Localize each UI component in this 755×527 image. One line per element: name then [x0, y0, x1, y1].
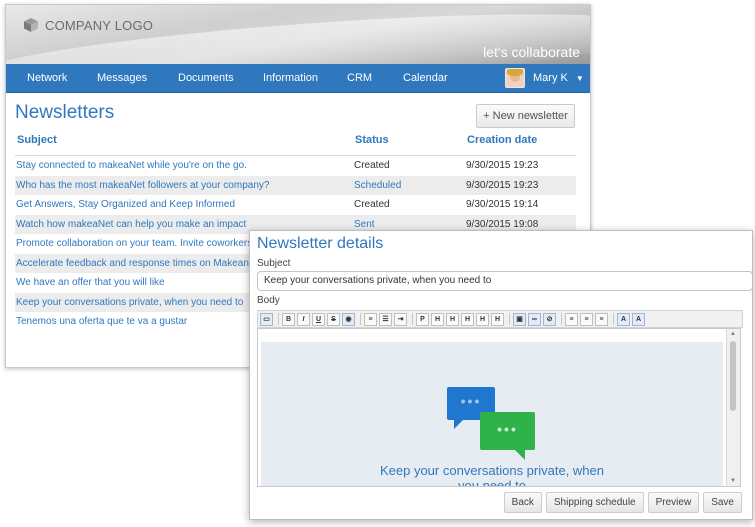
editor-scrollbar[interactable]: ▲ ▼ [726, 329, 740, 486]
heading2-icon[interactable]: H [446, 312, 459, 326]
nav-item-information[interactable]: Information [263, 64, 318, 92]
row-subject[interactable]: We have an offer that you will like [16, 273, 165, 293]
italic-icon[interactable]: I [297, 312, 310, 326]
heading4-icon[interactable]: H [476, 312, 489, 326]
row-status[interactable]: Scheduled [354, 176, 401, 196]
align-left-icon[interactable]: ≡ [565, 312, 578, 326]
newsletter-details-dialog: Newsletter details Subject Keep your con… [249, 230, 753, 520]
row-subject[interactable]: Get Answers, Stay Organized and Keep Inf… [16, 195, 235, 215]
nav-item-messages[interactable]: Messages [97, 64, 147, 92]
logo-text: COMPANY LOGO [45, 17, 154, 33]
nav-item-calendar[interactable]: Calendar [403, 64, 448, 92]
company-logo[interactable]: COMPANY LOGO [23, 17, 153, 33]
body-editor[interactable]: ••• ••• Keep your conversations private,… [257, 328, 741, 487]
row-subject[interactable]: Tenemos una oferta que te va a gustar [16, 312, 187, 332]
indent-icon[interactable]: ⇥ [394, 312, 407, 326]
row-date: 9/30/2015 19:14 [466, 199, 539, 210]
logo-icon [24, 18, 38, 32]
row-subject[interactable]: Accelerate feedback and response times o… [16, 254, 260, 274]
page-title: Newsletters [15, 102, 115, 123]
row-subject[interactable]: Watch how makeaNet can help you make an … [16, 215, 246, 235]
save-button[interactable]: Save [703, 492, 742, 513]
row-subject[interactable]: Keep your conversations private, when yo… [16, 293, 243, 313]
unordered-list-icon[interactable]: ☰ [379, 312, 392, 326]
strikethrough-icon[interactable]: S [327, 312, 340, 326]
new-newsletter-button[interactable]: + New newsletter [476, 104, 575, 128]
row-subject[interactable]: Who has the most makeaNet followers at y… [16, 176, 269, 196]
chevron-down-icon: ▼ [575, 73, 584, 83]
nav-item-documents[interactable]: Documents [178, 64, 234, 92]
user-menu[interactable]: Mary K ▼ [505, 67, 584, 89]
image-icon[interactable]: ▣ [513, 312, 526, 326]
nav-item-crm[interactable]: CRM [347, 64, 372, 92]
table-row[interactable]: Who has the most makeaNet followers at y… [15, 175, 576, 196]
column-header-creation-date[interactable]: Creation date [467, 134, 537, 146]
table-row[interactable]: Get Answers, Stay Organized and Keep Inf… [15, 195, 576, 215]
table-header: Subject Status Creation date [15, 131, 576, 156]
table-row[interactable]: Stay connected to makeaNet while you're … [15, 156, 576, 176]
row-status: Created [354, 160, 390, 171]
editor-headline-line2: you need to [458, 478, 526, 487]
row-date: 9/30/2015 19:23 [466, 179, 539, 191]
shipping-schedule-button[interactable]: Shipping schedule [545, 492, 644, 513]
paragraph-icon[interactable]: P [416, 312, 429, 326]
source-icon[interactable]: ▭ [260, 312, 273, 326]
editor-toolbar: ▭ B I U S ◉ ≡ ☰ ⇥ P H H H H H ▣ ∞ ⊘ ≡ ≡ … [257, 310, 743, 328]
dialog-title: Newsletter details [257, 235, 384, 252]
main-nav: Network Messages Documents Information C… [6, 64, 590, 93]
user-name: Mary K [533, 72, 568, 84]
back-button[interactable]: Back [503, 492, 542, 513]
heading3-icon[interactable]: H [461, 312, 474, 326]
bold-icon[interactable]: B [282, 312, 295, 326]
scroll-up-icon[interactable]: ▲ [730, 331, 736, 337]
avatar [505, 68, 525, 88]
row-subject[interactable]: Promote collaboration on your team. Invi… [16, 234, 263, 254]
body-label: Body [257, 295, 280, 306]
editor-content: ••• ••• Keep your conversations private,… [261, 342, 723, 487]
chat-bubble-green-icon: ••• [480, 412, 535, 460]
link-icon[interactable]: ∞ [528, 312, 541, 326]
row-status: Created [354, 199, 390, 210]
heading5-icon[interactable]: H [491, 312, 504, 326]
editor-headline: Keep your conversations private, when yo… [261, 463, 723, 487]
subject-label: Subject [257, 258, 291, 269]
heading1-icon[interactable]: H [431, 312, 444, 326]
clear-format-icon[interactable]: A [632, 312, 645, 326]
align-right-icon[interactable]: ≡ [595, 312, 608, 326]
subject-input[interactable]: Keep your conversations private, when yo… [257, 271, 752, 291]
align-center-icon[interactable]: ≡ [580, 312, 593, 326]
scroll-down-icon[interactable]: ▼ [730, 478, 736, 484]
unlink-icon[interactable]: ⊘ [543, 312, 556, 326]
nav-item-network[interactable]: Network [27, 64, 67, 92]
row-date: 9/30/2015 19:23 [466, 160, 539, 171]
column-header-status[interactable]: Status [355, 134, 389, 146]
spellcheck-icon[interactable]: A [617, 312, 630, 326]
ordered-list-icon[interactable]: ≡ [364, 312, 377, 326]
row-subject[interactable]: Stay connected to makeaNet while you're … [16, 156, 247, 176]
scroll-thumb[interactable] [730, 341, 736, 411]
header-banner: COMPANY LOGO let's collaborate [6, 5, 590, 64]
tagline: let's collaborate [483, 44, 580, 60]
preview-button[interactable]: Preview [647, 492, 700, 513]
editor-headline-line1: Keep your conversations private, when [379, 463, 604, 478]
color-icon[interactable]: ◉ [342, 312, 355, 326]
underline-icon[interactable]: U [312, 312, 325, 326]
column-header-subject[interactable]: Subject [17, 134, 57, 146]
dialog-buttons: Back Shipping schedule Preview Save [500, 492, 742, 513]
